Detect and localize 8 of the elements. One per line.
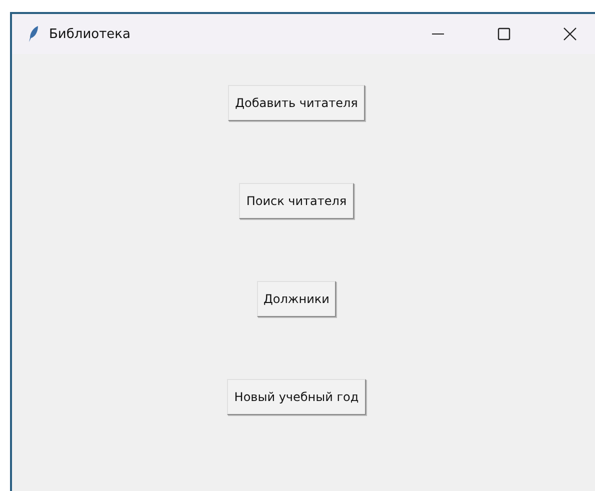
menu-button[interactable]: Должники: [256, 281, 336, 317]
feather-icon: [28, 25, 40, 43]
menu-button[interactable]: Добавить читателя: [228, 85, 365, 121]
menu-button[interactable]: Поиск читателя: [239, 183, 354, 219]
maximize-icon[interactable]: [497, 27, 511, 41]
close-icon[interactable]: [563, 27, 577, 41]
window-title: Библиотека: [49, 26, 130, 42]
menu-button[interactable]: Новый учебный год: [227, 379, 366, 415]
